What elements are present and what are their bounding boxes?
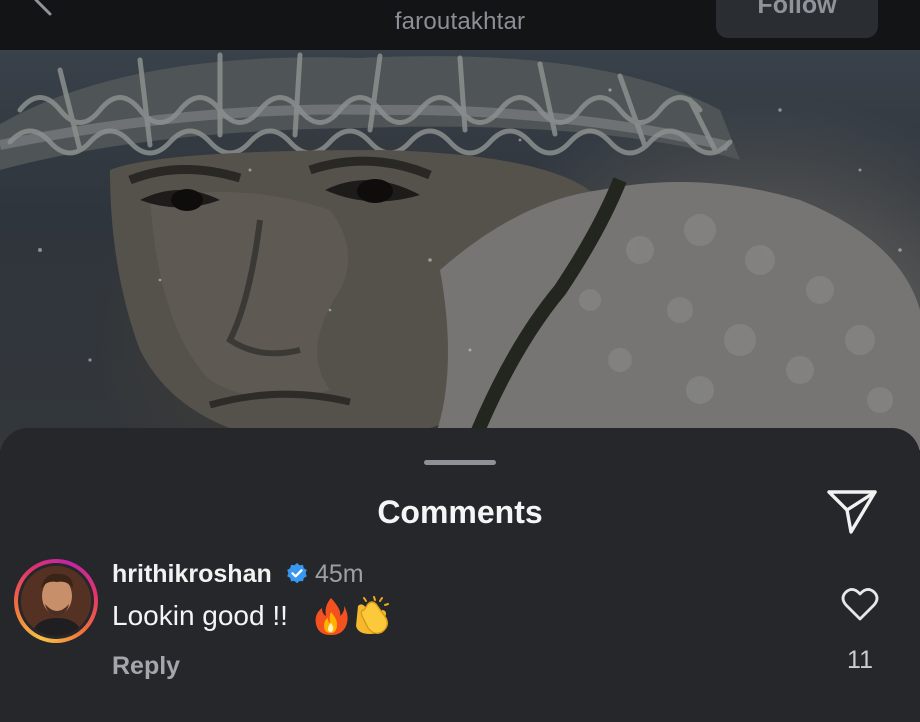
fire-emoji [315,598,348,635]
instagram-post-screen: faroutakhtar Follow Comments hrithikrosh… [0,0,920,722]
comment-item: hrithikroshan 45m Lookin good !! Reply 1… [0,556,920,722]
avatar[interactable] [21,566,91,636]
verified-badge-icon [287,563,307,584]
top-bar: faroutakhtar Follow [0,0,920,50]
comment-username[interactable]: hrithikroshan [112,560,272,589]
story-ring[interactable] [14,559,98,643]
sheet-drag-handle[interactable] [424,460,496,465]
comments-sheet: Comments hrithikroshan 45m Lookin good !… [0,428,920,722]
like-count: 11 [847,646,873,674]
heart-icon[interactable] [841,586,879,622]
comment-text: Lookin good !! [112,600,288,631]
paper-plane-icon[interactable] [826,486,878,536]
comment-timestamp: 45m [315,560,364,588]
comments-title: Comments [377,494,543,530]
post-image[interactable] [0,50,920,450]
profile-photo [21,566,91,636]
reply-button[interactable]: Reply [112,652,180,681]
soldier-photo [0,52,920,450]
clapping-hands-emoji [356,596,389,635]
follow-button[interactable]: Follow [716,0,878,38]
